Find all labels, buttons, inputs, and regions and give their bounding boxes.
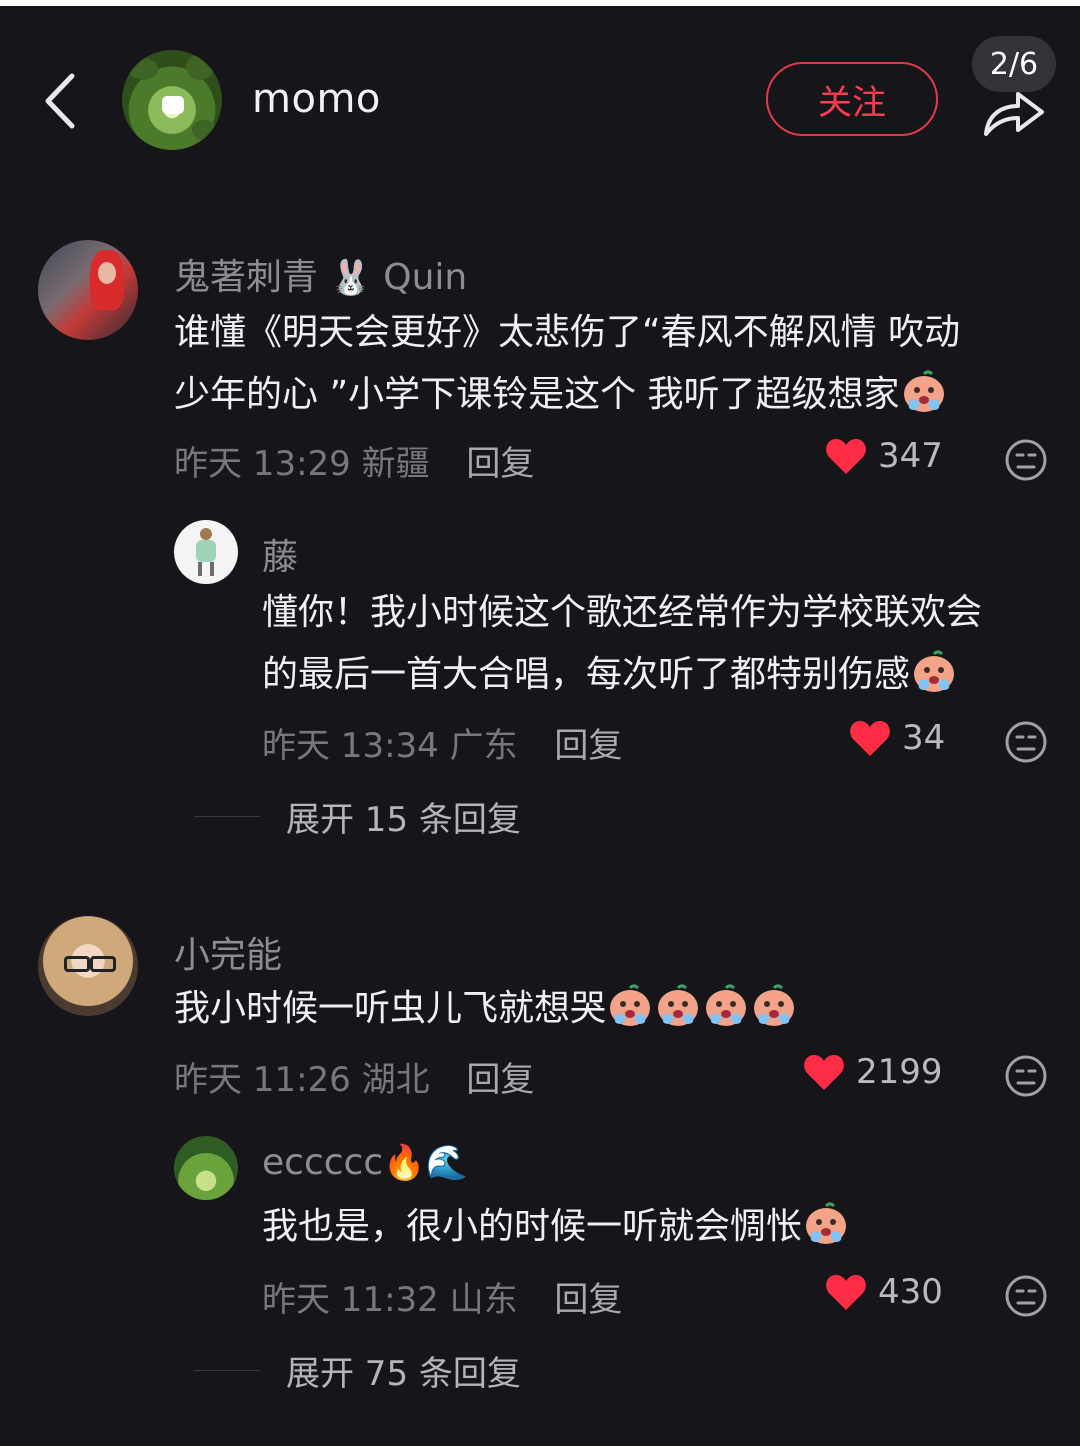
- dislike-face-icon[interactable]: [1004, 720, 1048, 764]
- comment-text: 谁懂《明天会更好》太悲伤了“春风不解风情 吹动 少年的心 ”小学下课铃是这个 我…: [174, 312, 961, 415]
- expand-replies-button[interactable]: 展开 75 条回复: [194, 1346, 521, 1395]
- crying-emoji-icon: [706, 984, 747, 1026]
- like-count: 430: [878, 1272, 943, 1312]
- reply-location: 广东: [449, 726, 518, 766]
- like-count: 347: [878, 436, 943, 476]
- reply-button[interactable]: 回复: [554, 726, 622, 766]
- crying-emoji-icon: [903, 370, 944, 412]
- fire-wave-emoji: 🔥🌊: [383, 1143, 468, 1183]
- follow-button[interactable]: 关注: [766, 62, 938, 136]
- like-button[interactable]: 2199: [802, 1052, 943, 1092]
- comment-time: 昨天 11:26: [174, 1060, 351, 1100]
- expand-replies-button[interactable]: 展开 15 条回复: [194, 792, 521, 841]
- comment-location: 新疆: [361, 444, 430, 484]
- heart-icon: [826, 1275, 866, 1310]
- replier-avatar[interactable]: [174, 1136, 238, 1200]
- author-avatar[interactable]: [122, 50, 222, 150]
- expand-label: 展开 75 条回复: [286, 1354, 521, 1394]
- like-button[interactable]: 430: [824, 1272, 943, 1312]
- dislike-face-icon[interactable]: [1004, 1054, 1048, 1098]
- dislike-face-icon[interactable]: [1004, 438, 1048, 482]
- crying-emoji-icon: [610, 984, 651, 1026]
- top-border: [0, 0, 1080, 6]
- reply-time: 昨天 13:34: [262, 726, 439, 766]
- expand-label: 展开 15 条回复: [286, 800, 521, 840]
- like-count: 2199: [856, 1052, 943, 1092]
- reply-username[interactable]: eccccc🔥🌊: [262, 1142, 468, 1183]
- expand-divider: [194, 1370, 260, 1371]
- comment-meta: 昨天 11:26 湖北 回复: [174, 1052, 534, 1101]
- crying-emoji-icon: [658, 984, 699, 1026]
- comment-time: 昨天 13:29: [174, 444, 351, 484]
- author-name[interactable]: momo: [252, 76, 381, 122]
- comment-meta: 昨天 13:29 新疆 回复: [174, 436, 534, 485]
- back-arrow-icon[interactable]: [36, 70, 86, 132]
- reply-text: 我也是，很小的时候一听就会惆怅: [262, 1196, 850, 1258]
- commenter-avatar[interactable]: [38, 916, 138, 1016]
- replier-avatar[interactable]: [174, 520, 238, 584]
- crying-emoji-icon: [914, 650, 955, 692]
- reply-time: 昨天 11:32: [262, 1280, 439, 1320]
- share-icon[interactable]: [978, 84, 1048, 140]
- reply-username[interactable]: 藤: [262, 528, 298, 580]
- comment-location: 湖北: [361, 1060, 430, 1100]
- reply-location: 山东: [449, 1280, 518, 1320]
- reply-meta: 昨天 13:34 广东 回复: [262, 718, 622, 767]
- reply-button[interactable]: 回复: [554, 1280, 622, 1320]
- heart-icon: [804, 1055, 844, 1090]
- dislike-face-icon[interactable]: [1004, 1274, 1048, 1318]
- reply-button[interactable]: 回复: [466, 444, 534, 484]
- rabbit-emoji: 🐰: [329, 258, 372, 298]
- like-count: 34: [902, 718, 946, 758]
- commenter-avatar[interactable]: [38, 240, 138, 340]
- reply-text: 懂你！我小时候这个歌还经常作为学校联欢会 的最后一首大合唱，每次听了都特别伤感: [262, 592, 983, 695]
- comment-text: 我小时候一听虫儿飞就想哭: [174, 978, 798, 1040]
- heart-icon: [850, 721, 890, 756]
- like-button[interactable]: 347: [824, 436, 943, 476]
- comment-username[interactable]: 小完能: [174, 926, 282, 978]
- like-button[interactable]: 34: [848, 718, 945, 758]
- reply-meta: 昨天 11:32 山东 回复: [262, 1272, 622, 1321]
- header: momo 关注 2/6: [0, 36, 1080, 170]
- expand-divider: [194, 816, 260, 817]
- crying-emoji-icon: [806, 1202, 847, 1244]
- crying-emoji-icon: [754, 984, 795, 1026]
- reply-button[interactable]: 回复: [466, 1060, 534, 1100]
- heart-icon: [826, 439, 866, 474]
- comments-page: momo 关注 2/6 鬼著刺青 🐰 Quin 谁懂《明天会更好》太悲伤了“春风…: [0, 0, 1080, 1446]
- comment-username[interactable]: 鬼著刺青 🐰 Quin: [174, 248, 467, 300]
